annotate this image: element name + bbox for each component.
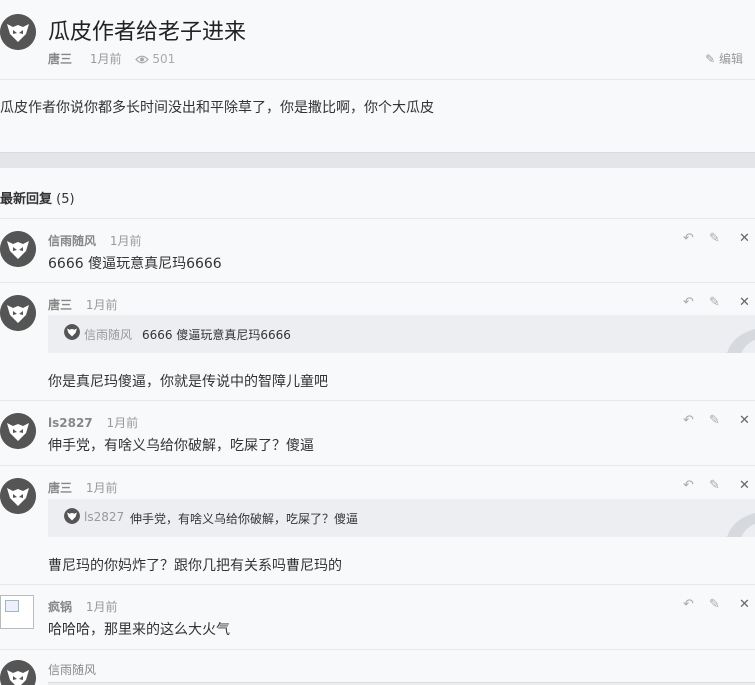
replies-label: 最新回复 — [0, 192, 53, 207]
reply-icon[interactable]: ↶ — [683, 295, 694, 311]
edit-icon[interactable]: ✎ — [709, 231, 720, 247]
quote-avatar — [64, 508, 80, 524]
close-icon[interactable]: ✕ — [739, 597, 750, 613]
topic-author[interactable]: 唐三 — [48, 52, 72, 66]
reply-text: 曹尼玛的你妈炸了？跟你几把有关系吗曹尼玛的 — [48, 558, 342, 574]
reply-meta: 唐三 1月前 — [48, 296, 117, 313]
reply-item: 信雨随风 — [0, 649, 755, 685]
reply-avatar[interactable] — [0, 413, 36, 449]
reply-avatar[interactable] — [0, 295, 36, 331]
reply-author[interactable]: 信雨随风 — [48, 234, 96, 248]
page: 瓜皮作者给老子进来 唐三 1月前 501 ✎ 编辑 瓜皮作者你说你都多长时间没出… — [0, 0, 755, 685]
reply-text: 6666 傻逼玩意真尼玛6666 — [48, 256, 222, 272]
quote-author: ls2827 — [84, 510, 125, 524]
reply-meta: ls2827 1月前 — [48, 414, 138, 431]
reply-author[interactable]: 唐三 — [48, 481, 72, 495]
reply-actions: ↶ ✎ ✕ — [675, 597, 755, 613]
reply-icon[interactable]: ↶ — [683, 597, 694, 613]
reply-icon[interactable]: ↶ — [683, 478, 694, 494]
quote-avatar — [64, 324, 80, 340]
reply-text: 伸手党，有啥义乌给你破解，吃屎了？傻逼 — [48, 438, 314, 454]
reply-author[interactable]: 唐三 — [48, 298, 72, 312]
reply-item: 信雨随风 1月前 ↶ ✎ ✕ 6666 傻逼玩意真尼玛6666 — [0, 218, 755, 282]
reply-icon[interactable]: ↶ — [683, 231, 694, 247]
reply-time: 1月前 — [85, 298, 118, 312]
reply-text: 哈哈哈，那里来的这么大火气 — [48, 622, 230, 638]
reply-avatar[interactable] — [0, 660, 36, 685]
reply-actions: ↶ ✎ ✕ — [675, 231, 755, 247]
reply-actions: ↶ ✎ ✕ — [675, 478, 755, 494]
broken-avatar-image[interactable] — [0, 595, 34, 629]
quote-text: 伸手党，有啥义乌给你破解，吃屎了？傻逼 — [130, 512, 359, 526]
reply-author[interactable]: ls2827 — [48, 416, 93, 430]
reply-actions: ↶ ✎ ✕ — [675, 413, 755, 429]
reply-time: 1月前 — [106, 416, 139, 430]
reply-avatar[interactable] — [0, 478, 36, 514]
author-avatar[interactable] — [0, 14, 36, 50]
edit-icon[interactable]: ✎ — [709, 413, 720, 429]
topic-body: 瓜皮作者你说你都多长时间没出和平除草了，你是撒比啊，你个大瓜皮 — [0, 100, 434, 116]
reply-meta: 唐三 1月前 — [48, 479, 117, 496]
reply-text: 你是真尼玛傻逼，你就是传说中的智障儿童吧 — [48, 374, 328, 390]
reply-time: 1月前 — [85, 481, 118, 495]
edit-icon[interactable]: ✎ — [709, 295, 720, 311]
reply-icon[interactable]: ↶ — [683, 413, 694, 429]
replies-header: 最新回复 (5) — [0, 188, 75, 207]
section-divider — [0, 152, 755, 168]
topic-meta: 唐三 1月前 501 — [48, 50, 175, 67]
replies-count: (5) — [56, 192, 75, 207]
views-count: 501 — [152, 52, 176, 66]
quote-block: ls2827 伸手党，有啥义乌给你破解，吃屎了？傻逼 — [48, 499, 755, 537]
reply-meta: 信雨随风 — [48, 661, 106, 678]
topic-title: 瓜皮作者给老子进来 — [48, 20, 247, 45]
close-icon[interactable]: ✕ — [739, 295, 750, 311]
edit-icon[interactable]: ✎ — [709, 478, 720, 494]
edit-icon: ✎ — [705, 52, 716, 66]
reply-item: 唐三 1月前 ↶ ✎ ✕ 信雨随风 6666 傻逼玩意真尼玛6666 你是真尼玛… — [0, 282, 755, 400]
reply-time: 1月前 — [109, 234, 142, 248]
quote-mark-icon — [727, 513, 755, 537]
edit-topic-button[interactable]: ✎ 编辑 — [705, 50, 743, 67]
close-icon[interactable]: ✕ — [739, 231, 750, 247]
quote-mark-icon — [727, 329, 755, 353]
quote-text: 6666 傻逼玩意真尼玛6666 — [142, 328, 291, 342]
reply-item: 疯锅 1月前 ↶ ✎ ✕ 哈哈哈，那里来的这么大火气 — [0, 584, 755, 649]
close-icon[interactable]: ✕ — [739, 478, 750, 494]
eye-icon — [135, 55, 150, 64]
reply-author[interactable]: 疯锅 — [48, 600, 72, 614]
topic-header: 瓜皮作者给老子进来 唐三 1月前 501 ✎ 编辑 — [0, 0, 755, 80]
reply-item: 唐三 1月前 ↶ ✎ ✕ ls2827 伸手党，有啥义乌给你破解，吃屎了？傻逼 … — [0, 465, 755, 584]
quote-author: 信雨随风 — [84, 328, 133, 342]
topic-time: 1月前 — [89, 52, 122, 66]
reply-actions: ↶ ✎ ✕ — [675, 295, 755, 311]
reply-time: 1月前 — [85, 600, 118, 614]
reply-author[interactable]: 信雨随风 — [48, 663, 96, 677]
quote-block: 信雨随风 6666 傻逼玩意真尼玛6666 — [48, 315, 755, 353]
reply-item: ls2827 1月前 ↶ ✎ ✕ 伸手党，有啥义乌给你破解，吃屎了？傻逼 — [0, 400, 755, 465]
reply-avatar[interactable] — [0, 231, 36, 267]
close-icon[interactable]: ✕ — [739, 413, 750, 429]
reply-meta: 疯锅 1月前 — [48, 598, 117, 615]
reply-meta: 信雨随风 1月前 — [48, 232, 141, 249]
edit-icon[interactable]: ✎ — [709, 597, 720, 613]
edit-label: 编辑 — [718, 52, 743, 66]
topic-views: 501 — [135, 52, 175, 66]
